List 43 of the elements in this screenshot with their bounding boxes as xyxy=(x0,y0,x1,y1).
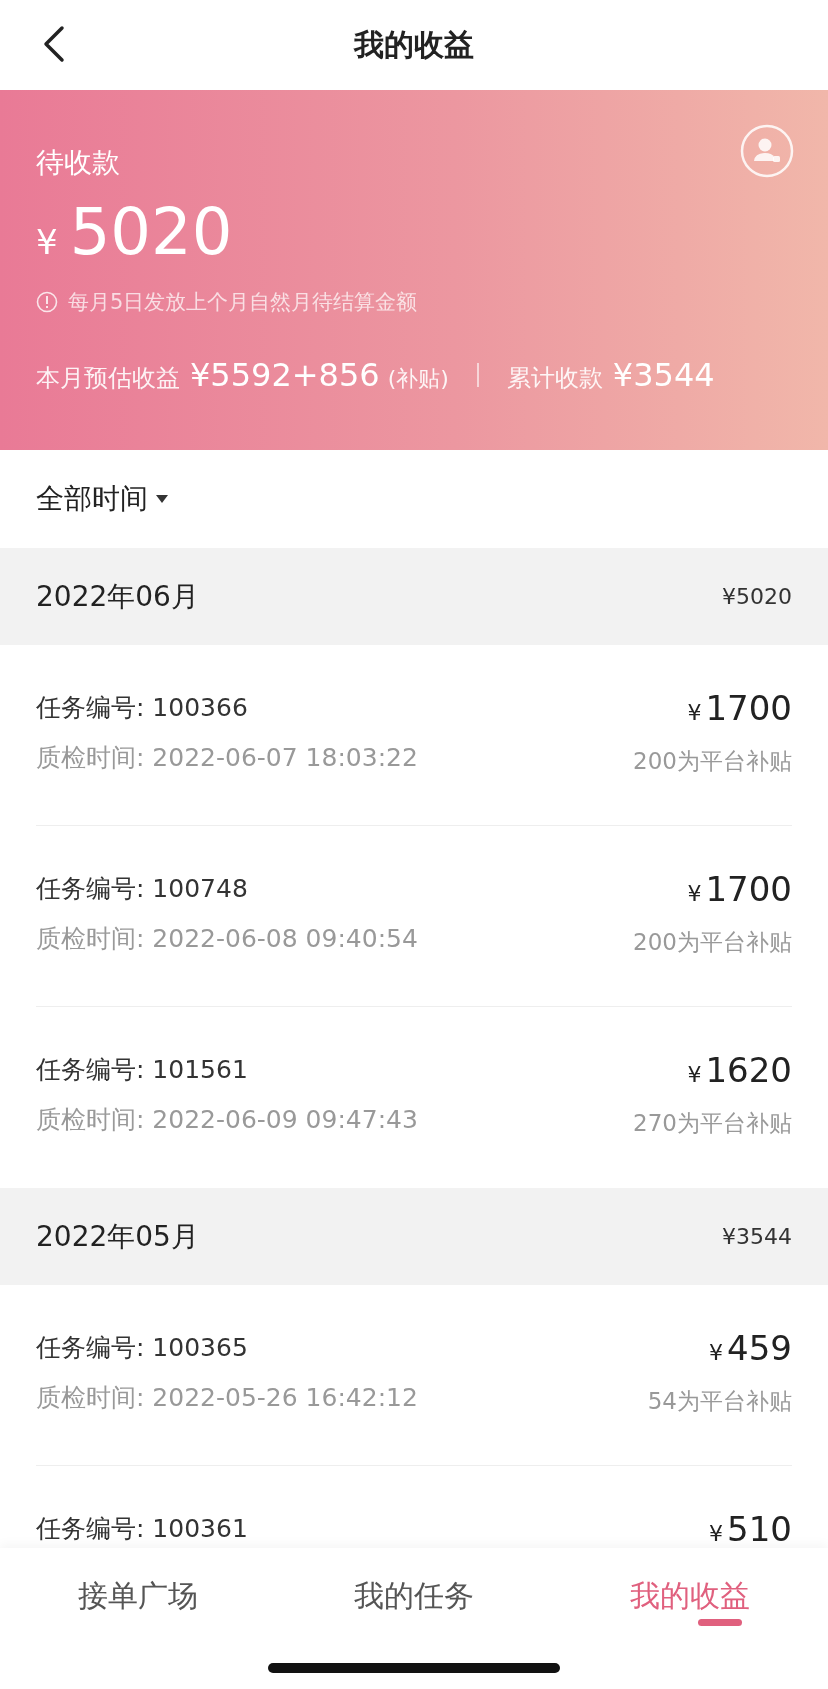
task-number: 任务编号: 100748 xyxy=(36,873,249,905)
currency-symbol: ¥ xyxy=(687,880,702,908)
currency-symbol: ¥ xyxy=(687,699,702,727)
tab-indicator xyxy=(698,1619,742,1626)
info-icon xyxy=(36,291,58,313)
subsidy-note: 200为平台补贴 xyxy=(633,928,792,957)
pending-amount: 5020 xyxy=(69,200,233,264)
currency-symbol: ¥ xyxy=(709,1339,724,1367)
inspection-time: 质检时间: 2022-05-26 16:42:12 xyxy=(36,1382,418,1414)
task-amount: 1700 xyxy=(705,872,792,906)
subsidy-note: 54为平台补贴 xyxy=(647,1387,792,1416)
caret-icon xyxy=(156,495,168,503)
month-label: 2022年06月 xyxy=(36,578,199,615)
task-amount: 1620 xyxy=(705,1053,792,1087)
task-number: 任务编号: 101561 xyxy=(36,1054,249,1086)
currency-symbol: ¥ xyxy=(36,222,58,262)
subsidy-note: 270为平台补贴 xyxy=(633,1109,792,1138)
task-number: 任务编号: 100365 xyxy=(36,1332,249,1364)
month-label: 2022年05月 xyxy=(36,1218,199,1255)
currency-symbol: ¥ xyxy=(687,1061,702,1089)
task-amount: 1700 xyxy=(705,691,792,725)
time-filter[interactable]: 全部时间 xyxy=(36,480,168,518)
tab[interactable]: 接单广场 xyxy=(58,1576,218,1617)
total-label: 累计收款 xyxy=(506,363,603,394)
month-total: ¥5020 xyxy=(722,584,792,609)
tab[interactable]: 我的任务 xyxy=(334,1576,494,1617)
inspection-time: 质检时间: 2022-06-07 18:03:22 xyxy=(36,742,418,774)
subsidy-label: (补贴) xyxy=(387,365,449,393)
inspection-time: 质检时间: 2022-06-08 09:40:54 xyxy=(36,923,418,955)
currency-symbol: ¥ xyxy=(709,1520,724,1548)
pending-label: 待收款 xyxy=(36,145,120,181)
estimate-value: ¥5592+856 xyxy=(190,356,380,394)
payout-note: 每月5日发放上个月自然月待结算金额 xyxy=(68,289,418,316)
inspection-time: 质检时间: 2022-06-09 09:47:43 xyxy=(36,1104,418,1136)
month-total: ¥3544 xyxy=(722,1224,792,1249)
task-number: 任务编号: 100361 xyxy=(36,1513,248,1545)
task-amount: 510 xyxy=(727,1512,792,1546)
subsidy-note: 200为平台补贴 xyxy=(633,747,792,776)
page-title: 我的收益 xyxy=(354,25,474,64)
estimate-label: 本月预估收益 xyxy=(36,363,180,394)
total-value: ¥3544 xyxy=(612,356,715,394)
task-amount: 459 xyxy=(727,1331,792,1365)
task-number: 任务编号: 100366 xyxy=(36,692,249,724)
